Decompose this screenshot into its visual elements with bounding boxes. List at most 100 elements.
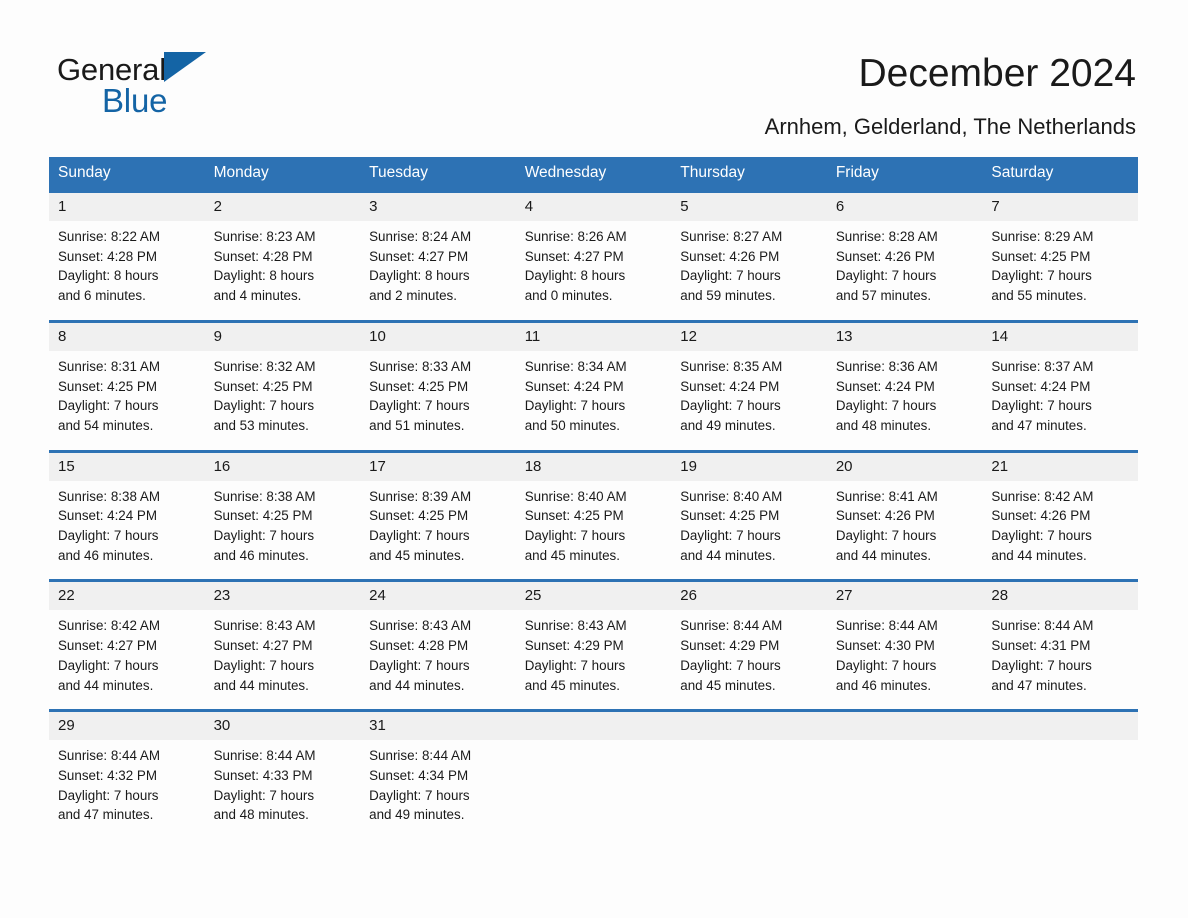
calendar-day-cell[interactable]: 30 Sunrise: 8:44 AM Sunset: 4:33 PM Dayligh… [204, 709, 361, 840]
daylight-duration-line2: and 44 minutes. [213, 677, 309, 693]
daylight-duration-line1: Daylight: 7 hours [524, 657, 626, 673]
calendar-day-cell-empty [671, 709, 827, 840]
day-details: Sunrise: 8:43 AM Sunset: 4:29 PM Daylight:… [516, 610, 672, 709]
calendar-day-cell[interactable]: 28 Sunrise: 8:44 AM Sunset: 4:31 PM Dayligh… [982, 579, 1138, 711]
calendar-day-cell[interactable]: 10 Sunrise: 8:33 AM Sunset: 4:25 PM Dayligh… [360, 319, 516, 452]
day-number: 2 [204, 193, 361, 221]
day-number: 19 [671, 452, 827, 481]
calendar-day-cell[interactable]: 9 Sunrise: 8:32 AM Sunset: 4:25 PM Daylight… [204, 319, 361, 452]
calendar-day-cell[interactable]: 27 Sunrise: 8:44 AM Sunset: 4:30 PM Dayligh… [826, 579, 983, 711]
sunrise-time: Sunrise: 8:24 AM [369, 229, 472, 244]
day-details: Sunrise: 8:44 AM Sunset: 4:31 PM Daylight:… [982, 610, 1138, 709]
calendar-day-cell[interactable]: 2 Sunrise: 8:23 AM Sunset: 4:28 PM Daylight… [204, 190, 361, 322]
sunset-time: Sunset: 4:27 PM [369, 248, 469, 264]
daylight-duration-line2: and 4 minutes. [213, 288, 302, 304]
day-number: 25 [515, 582, 672, 611]
calendar-day-cell[interactable]: 25 Sunrise: 8:43 AM Sunset: 4:29 PM Dayligh… [515, 579, 672, 711]
general-blue-logo[interactable]: General Blue [57, 52, 317, 122]
daylight-duration-line2: and 53 minutes. [213, 417, 309, 433]
daylight-duration-line1: Daylight: 7 hours [58, 787, 159, 803]
calendar-week-row: 8 Sunrise: 8:31 AM Sunset: 4:25 PM Daylight… [49, 319, 1138, 452]
calendar-body: 1 Sunrise: 8:22 AM Sunset: 4:28 PM Daylight… [49, 190, 1138, 840]
day-number: 17 [360, 452, 516, 481]
sunset-time: Sunset: 4:26 PM [835, 508, 935, 524]
calendar-day-cell[interactable]: 16 Sunrise: 8:38 AM Sunset: 4:25 PM Dayligh… [204, 449, 361, 581]
daylight-duration-line1: Daylight: 7 hours [835, 657, 937, 673]
calendar-day-cell[interactable]: 3 Sunrise: 8:24 AM Sunset: 4:27 PM Daylight… [360, 190, 516, 322]
calendar-week-row: 15 Sunrise: 8:38 AM Sunset: 4:24 PM Dayligh… [49, 449, 1138, 581]
calendar-day-cell[interactable]: 12 Sunrise: 8:35 AM Sunset: 4:24 PM Dayligh… [671, 319, 827, 452]
calendar-day-cell[interactable]: 15 Sunrise: 8:38 AM Sunset: 4:24 PM Dayligh… [49, 449, 205, 581]
calendar-day-cell[interactable]: 29 Sunrise: 8:44 AM Sunset: 4:32 PM Dayligh… [49, 709, 205, 840]
sunrise-time: Sunrise: 8:44 AM [213, 748, 316, 764]
sunset-time: Sunset: 4:26 PM [835, 248, 935, 264]
weekday-header-friday: Friday [826, 157, 983, 192]
calendar-day-cell[interactable]: 1 Sunrise: 8:22 AM Sunset: 4:28 PM Daylight… [49, 190, 205, 322]
calendar-day-cell[interactable]: 26 Sunrise: 8:44 AM Sunset: 4:29 PM Dayligh… [671, 579, 827, 711]
calendar-day-cell[interactable]: 19 Sunrise: 8:40 AM Sunset: 4:25 PM Dayligh… [671, 449, 827, 581]
day-number: 10 [360, 322, 516, 351]
sunset-time: Sunset: 4:25 PM [369, 378, 469, 394]
calendar-day-cell[interactable]: 22 Sunrise: 8:42 AM Sunset: 4:27 PM Dayligh… [49, 579, 205, 711]
day-details: Sunrise: 8:34 AM Sunset: 4:24 PM Daylight:… [516, 351, 672, 450]
calendar-day-cell[interactable]: 21 Sunrise: 8:42 AM Sunset: 4:26 PM Dayligh… [982, 449, 1138, 581]
day-number: 31 [360, 712, 516, 741]
day-number: 18 [515, 452, 672, 481]
calendar-day-cell[interactable]: 8 Sunrise: 8:31 AM Sunset: 4:25 PM Daylight… [49, 319, 205, 452]
sunset-time: Sunset: 4:24 PM [680, 378, 780, 394]
sunset-time: Sunset: 4:28 PM [58, 248, 157, 264]
calendar-day-cell[interactable]: 18 Sunrise: 8:40 AM Sunset: 4:25 PM Dayligh… [515, 449, 672, 581]
day-details: Sunrise: 8:44 AM Sunset: 4:29 PM Daylight:… [671, 610, 827, 709]
daylight-duration-line1: Daylight: 7 hours [213, 398, 315, 414]
day-details: Sunrise: 8:23 AM Sunset: 4:28 PM Daylight:… [205, 221, 361, 320]
daylight-duration-line2: and 44 minutes. [991, 547, 1087, 563]
sunrise-time: Sunrise: 8:40 AM [524, 488, 627, 504]
day-number: 22 [49, 582, 205, 611]
calendar-day-cell[interactable]: 20 Sunrise: 8:41 AM Sunset: 4:26 PM Dayligh… [826, 449, 983, 581]
daylight-duration-line2: and 57 minutes. [835, 288, 932, 304]
day-details: Sunrise: 8:39 AM Sunset: 4:25 PM Daylight:… [360, 481, 516, 580]
calendar-day-cell[interactable]: 24 Sunrise: 8:43 AM Sunset: 4:28 PM Dayligh… [360, 579, 516, 711]
calendar-day-cell[interactable]: 23 Sunrise: 8:43 AM Sunset: 4:27 PM Dayligh… [204, 579, 361, 711]
calendar-day-cell[interactable]: 31 Sunrise: 8:44 AM Sunset: 4:34 PM Dayligh… [360, 709, 516, 840]
calendar-day-cell[interactable]: 7 Sunrise: 8:29 AM Sunset: 4:25 PM Daylight… [982, 190, 1138, 322]
calendar-day-cell[interactable]: 13 Sunrise: 8:36 AM Sunset: 4:24 PM Dayligh… [826, 319, 983, 452]
day-number: 13 [826, 322, 983, 351]
daylight-duration-line1: Daylight: 8 hours [58, 268, 159, 284]
calendar-day-cell[interactable]: 5 Sunrise: 8:27 AM Sunset: 4:26 PM Daylight… [671, 190, 827, 322]
daylight-duration-line2: and 2 minutes. [369, 288, 457, 304]
sunrise-time: Sunrise: 8:44 AM [58, 748, 160, 764]
day-number: 12 [671, 322, 827, 351]
day-number: 7 [982, 193, 1138, 221]
day-details: Sunrise: 8:22 AM Sunset: 4:28 PM Daylight:… [49, 221, 205, 320]
daylight-duration-line1: Daylight: 7 hours [213, 528, 315, 544]
daylight-duration-line2: and 47 minutes. [58, 807, 154, 823]
calendar-day-cell-empty [982, 709, 1138, 840]
calendar-day-cell[interactable]: 14 Sunrise: 8:37 AM Sunset: 4:24 PM Dayligh… [982, 319, 1138, 452]
sunrise-time: Sunrise: 8:43 AM [213, 618, 316, 634]
daylight-duration-line2: and 49 minutes. [680, 417, 776, 433]
day-number: 15 [49, 452, 205, 481]
daylight-duration-line2: and 50 minutes. [524, 417, 620, 433]
calendar-day-cell[interactable]: 6 Sunrise: 8:28 AM Sunset: 4:26 PM Daylight… [826, 190, 983, 322]
day-details: Sunrise: 8:31 AM Sunset: 4:25 PM Daylight:… [49, 351, 205, 450]
day-number: 28 [982, 582, 1138, 611]
day-details: Sunrise: 8:40 AM Sunset: 4:25 PM Daylight:… [671, 481, 827, 580]
daylight-duration-line1: Daylight: 7 hours [835, 268, 937, 284]
day-details: Sunrise: 8:41 AM Sunset: 4:26 PM Daylight:… [827, 481, 983, 580]
daylight-duration-line1: Daylight: 7 hours [680, 657, 781, 673]
calendar-day-cell[interactable]: 17 Sunrise: 8:39 AM Sunset: 4:25 PM Dayligh… [360, 449, 516, 581]
day-details: Sunrise: 8:40 AM Sunset: 4:25 PM Daylight:… [516, 481, 672, 580]
calendar-day-cell-empty [515, 709, 672, 840]
day-number [982, 712, 1138, 741]
sunset-time: Sunset: 4:25 PM [524, 508, 624, 524]
calendar-day-cell[interactable]: 4 Sunrise: 8:26 AM Sunset: 4:27 PM Daylight… [515, 190, 672, 322]
calendar-day-cell[interactable]: 11 Sunrise: 8:34 AM Sunset: 4:24 PM Dayligh… [515, 319, 672, 452]
day-details: Sunrise: 8:35 AM Sunset: 4:24 PM Daylight:… [671, 351, 827, 450]
weekday-header-wednesday: Wednesday [515, 157, 672, 192]
daylight-duration-line2: and 45 minutes. [524, 547, 620, 563]
day-details: Sunrise: 8:37 AM Sunset: 4:24 PM Daylight:… [982, 351, 1138, 450]
daylight-duration-line2: and 59 minutes. [680, 288, 776, 304]
sunset-time: Sunset: 4:25 PM [213, 378, 313, 394]
sunrise-time: Sunrise: 8:29 AM [991, 229, 1094, 244]
